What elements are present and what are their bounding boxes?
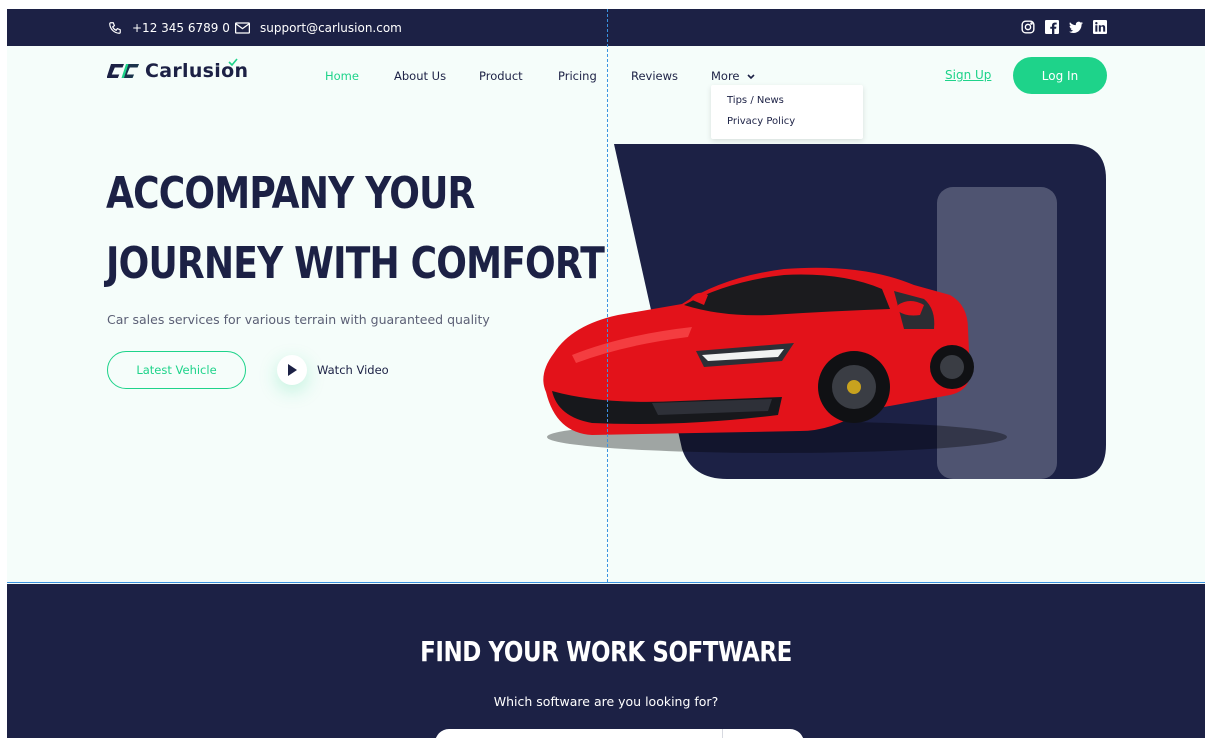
hero-title: ACCOMPANY YOUR JOURNEY WITH COMFORT xyxy=(106,159,605,299)
hero-title-line-1: ACCOMPANY YOUR xyxy=(106,168,475,219)
phone-number: +12 345 6789 0 xyxy=(132,20,230,35)
dropdown-item-privacy-policy[interactable]: Privacy Policy xyxy=(727,116,795,127)
find-software-section: FIND YOUR WORK SOFTWARE Which software a… xyxy=(7,584,1205,738)
nav-home[interactable]: Home xyxy=(325,69,359,83)
find-section-subtitle: Which software are you looking for? xyxy=(493,694,719,709)
nav-reviews[interactable]: Reviews xyxy=(631,69,678,83)
chevron-down-icon xyxy=(746,74,755,80)
watch-video-button[interactable]: Watch Video xyxy=(277,355,389,385)
latest-vehicle-button[interactable]: Latest Vehicle xyxy=(107,351,246,389)
software-search-bar[interactable] xyxy=(435,729,804,738)
twitter-icon[interactable] xyxy=(1069,20,1083,34)
mail-icon xyxy=(235,21,250,34)
nav-product[interactable]: Product xyxy=(479,69,523,83)
layout-guide-horizontal xyxy=(7,582,1205,583)
hero-title-line-2: JOURNEY WITH COMFORT xyxy=(106,238,605,289)
phone-icon xyxy=(109,21,121,34)
hero-subtitle: Car sales services for various terrain w… xyxy=(107,312,490,327)
phone-contact[interactable]: +12 345 6789 0 xyxy=(108,9,230,46)
sign-up-link[interactable]: Sign Up xyxy=(945,68,991,82)
dropdown-item-tips-news[interactable]: Tips / News xyxy=(727,95,784,106)
linkedin-icon[interactable] xyxy=(1093,20,1107,34)
check-icon xyxy=(228,58,238,66)
logo-mark-icon xyxy=(107,64,139,78)
find-section-title: FIND YOUR WORK SOFTWARE xyxy=(420,635,792,668)
search-divider xyxy=(722,729,723,738)
more-dropdown: Tips / News Privacy Policy xyxy=(711,85,863,139)
play-icon xyxy=(277,355,307,385)
nav-more[interactable]: More xyxy=(711,69,755,83)
nav-pricing[interactable]: Pricing xyxy=(558,69,597,83)
email-address: support@carlusion.com xyxy=(260,20,402,35)
hero-car-image xyxy=(543,144,1106,479)
nav-about-us[interactable]: About Us xyxy=(394,69,446,83)
watch-video-label: Watch Video xyxy=(317,363,389,377)
social-links xyxy=(1021,20,1107,34)
top-bar: +12 345 6789 0 support@carlusion.com xyxy=(7,9,1205,46)
page-canvas: +12 345 6789 0 support@carlusion.com Car… xyxy=(7,9,1205,738)
layout-guide-vertical xyxy=(607,9,608,582)
brand-logo[interactable]: Carlusion xyxy=(107,58,248,82)
log-in-button[interactable]: Log In xyxy=(1013,57,1107,94)
nav-more-label: More xyxy=(711,69,740,83)
instagram-icon[interactable] xyxy=(1021,20,1035,34)
email-contact[interactable]: support@carlusion.com xyxy=(235,9,402,46)
facebook-icon[interactable] xyxy=(1045,20,1059,34)
